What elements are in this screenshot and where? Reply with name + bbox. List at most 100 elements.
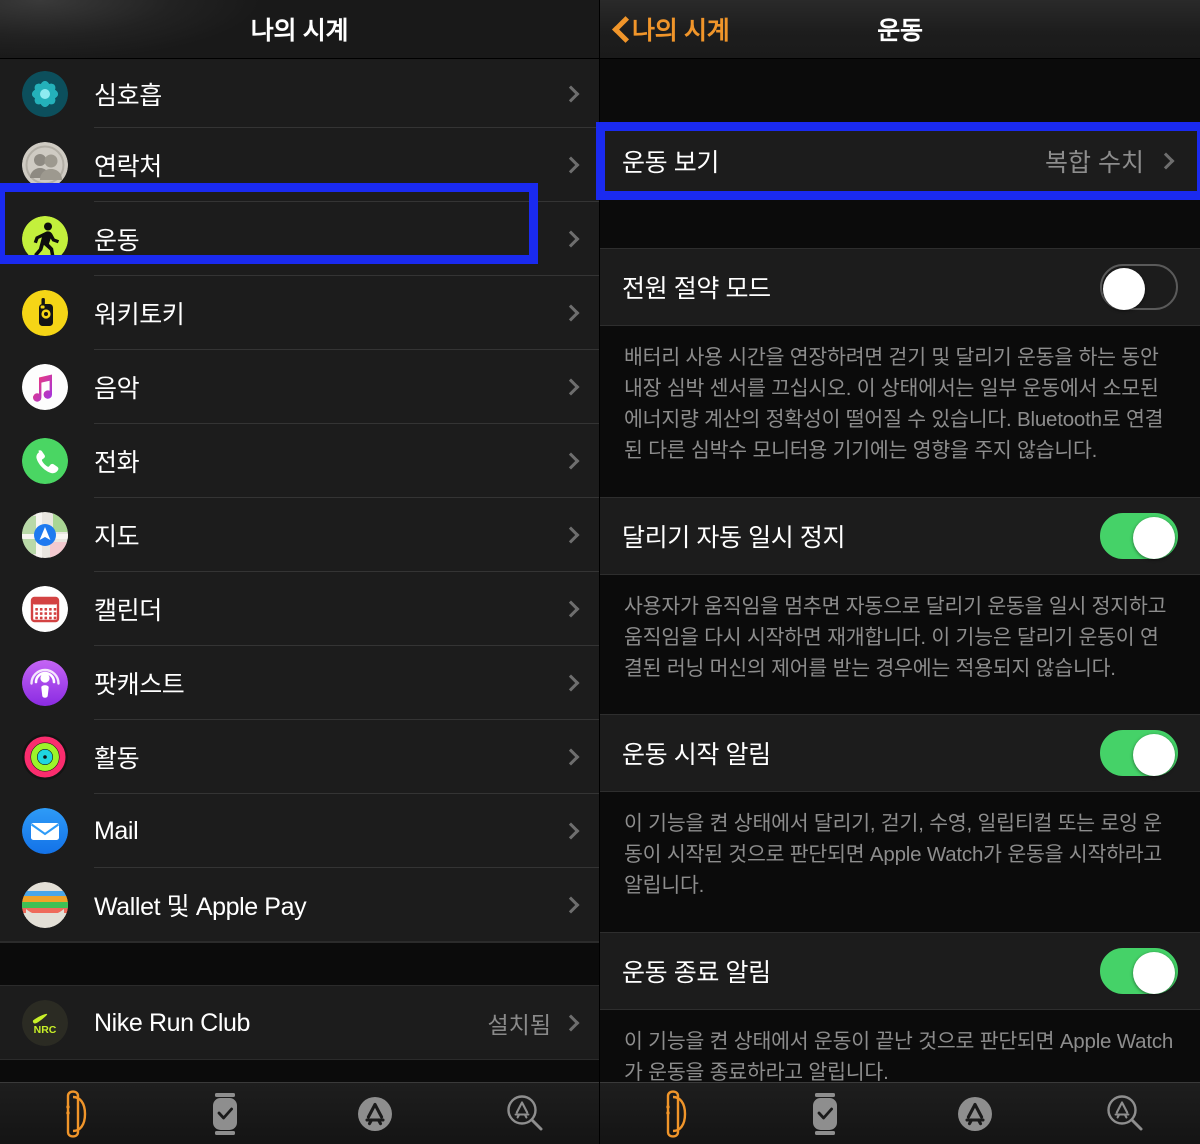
app-row-accessory xyxy=(562,600,599,618)
app-row-11[interactable]: Wallet 및 Apple Pay xyxy=(0,868,599,942)
tab-my-watch[interactable] xyxy=(640,1087,710,1141)
app-row-accessory xyxy=(562,896,599,914)
toggle-knob xyxy=(1133,951,1175,994)
app-row-9[interactable]: 활동 xyxy=(0,720,599,794)
third-party-app-label: Nike Run Club xyxy=(94,1008,250,1037)
chevron-right-icon xyxy=(562,674,580,692)
setting-label: 운동 보기 xyxy=(622,149,719,177)
app-row-0[interactable]: 심호흡 xyxy=(0,59,599,128)
setting-row-toggle-2[interactable]: 달리기 자동 일시 정지 xyxy=(600,496,1200,575)
maps-icon xyxy=(22,512,68,558)
app-row-5[interactable]: 전화 xyxy=(0,424,599,498)
third-party-app-row-0[interactable]: NRC Nike Run Club 설치됨 xyxy=(0,986,599,1060)
settings-top-spacer xyxy=(600,59,1200,122)
tab-app-store[interactable] xyxy=(940,1087,1010,1141)
toggle-switch[interactable] xyxy=(1100,512,1178,559)
app-row-10[interactable]: Mail xyxy=(0,794,599,868)
app-row-1[interactable]: 연락처 xyxy=(0,128,599,202)
setting-label: 운동 종료 알림 xyxy=(622,958,771,987)
chevron-right-icon xyxy=(562,822,580,840)
setting-label: 달리기 자동 일시 정지 xyxy=(622,523,846,552)
left-tabbar[interactable] xyxy=(0,1082,599,1144)
tab-watch-faces[interactable] xyxy=(190,1087,260,1141)
app-row-label: 전화 xyxy=(94,449,140,477)
workout-icon xyxy=(22,216,68,262)
chevron-right-icon xyxy=(1157,152,1175,170)
chevron-right-icon xyxy=(562,1014,580,1032)
app-row-label: 음악 xyxy=(94,375,140,403)
wallet-icon xyxy=(22,882,68,928)
setting-description: 배터리 사용 시간을 연장하려면 걷기 및 달리기 운동을 하는 동안 내장 심… xyxy=(600,326,1200,497)
setting-label: 전원 절약 모드 xyxy=(622,275,771,303)
toggle-switch[interactable] xyxy=(1100,264,1178,310)
toggle-switch[interactable] xyxy=(1100,947,1178,994)
app-row-accessory xyxy=(562,526,599,544)
app-row-8[interactable]: 팟캐스트 xyxy=(0,646,599,720)
app-row-accessory xyxy=(562,822,599,840)
app-row-accessory xyxy=(562,674,599,692)
breathe-icon xyxy=(22,70,68,117)
toggle-knob xyxy=(1103,268,1145,310)
workout-settings-list: 운동 보기 복합 수치전원 절약 모드배터리 사용 시간을 연장하려면 걷기 및 … xyxy=(600,59,1200,1144)
app-store-icon xyxy=(353,1092,397,1136)
tab-app-store-search[interactable] xyxy=(1090,1087,1160,1141)
setting-row-disclosure-0[interactable]: 운동 보기 복합 수치 xyxy=(600,122,1200,200)
app-row-6[interactable]: 지도 xyxy=(0,498,599,572)
phone-icon xyxy=(22,438,68,484)
tab-my-watch[interactable] xyxy=(40,1087,110,1141)
watch-app-list: 심호흡연락처운동워키토키음악전화지도 캘린더팟캐스트활동 Mail Wallet 및 … xyxy=(0,59,599,1120)
app-row-label: 연락처 xyxy=(94,153,162,181)
nike-run-club-icon: NRC xyxy=(22,1000,68,1046)
left-nav-title: 나의 시계 xyxy=(250,17,349,45)
watch-faces-icon xyxy=(206,1090,244,1138)
right-tabbar[interactable] xyxy=(600,1082,1200,1144)
setting-row-toggle-1[interactable]: 전원 절약 모드 xyxy=(600,248,1200,326)
back-button[interactable]: 나의 시계 xyxy=(614,11,730,47)
app-row-7[interactable]: 캘린더 xyxy=(0,572,599,646)
app-row-2[interactable]: 운동 xyxy=(0,202,599,276)
app-row-label: 워키토키 xyxy=(94,301,185,329)
music-icon xyxy=(22,364,68,410)
toggle-knob xyxy=(1133,516,1175,559)
row-separator xyxy=(0,941,599,942)
right-navbar: 나의 시계 운동 xyxy=(600,0,1200,59)
app-row-4[interactable]: 음악 xyxy=(0,350,599,424)
install-status-label: 설치됨 xyxy=(487,1012,551,1038)
setting-accessory xyxy=(1100,947,1178,994)
setting-spacer xyxy=(600,200,1200,248)
my-watch-icon xyxy=(55,1089,95,1138)
chevron-right-icon xyxy=(562,748,580,766)
setting-accessory: 복합 수치 xyxy=(1045,143,1178,179)
setting-row-toggle-3[interactable]: 운동 시작 알림 xyxy=(600,714,1200,793)
dual-pane-screenshot: 나의 시계 심호흡연락처운동워키토키음악전화지도 캘린더팟캐스트활동 Mail Wal… xyxy=(0,0,1200,1144)
app-row-label: 팟캐스트 xyxy=(94,671,185,699)
chevron-right-icon xyxy=(562,378,580,396)
app-row-label: Mail xyxy=(94,816,139,845)
tab-app-store[interactable] xyxy=(340,1087,410,1141)
chevron-right-icon xyxy=(562,600,580,618)
back-button-label: 나의 시계 xyxy=(632,17,730,45)
toggle-switch[interactable] xyxy=(1100,730,1178,777)
app-row-accessory xyxy=(562,85,599,102)
mail-icon xyxy=(22,808,68,854)
watch-faces-icon xyxy=(806,1090,844,1138)
calendar-icon xyxy=(22,586,68,632)
tab-watch-faces[interactable] xyxy=(790,1087,860,1141)
app-row-label: Wallet 및 Apple Pay xyxy=(94,893,307,921)
app-row-accessory xyxy=(562,452,599,470)
right-pane-workout-settings: 나의 시계 운동 운동 보기 복합 수치전원 절약 모드배터리 사용 시간을 연장… xyxy=(600,0,1200,1144)
toggle-knob xyxy=(1133,734,1175,777)
podcasts-icon xyxy=(22,660,68,706)
chevron-left-icon xyxy=(614,16,629,42)
setting-accessory xyxy=(1100,512,1178,559)
chevron-right-icon xyxy=(562,526,580,544)
setting-row-toggle-4[interactable]: 운동 종료 알림 xyxy=(600,931,1200,1010)
walkie-talkie-icon xyxy=(22,290,68,336)
left-pane-my-watch: 나의 시계 심호흡연락처운동워키토키음악전화지도 캘린더팟캐스트활동 Mail Wal… xyxy=(0,0,600,1144)
app-row-3[interactable]: 워키토키 xyxy=(0,276,599,350)
setting-description: 이 기능을 켠 상태에서 달리기, 걷기, 수영, 일립티컬 또는 로잉 운동이… xyxy=(600,792,1200,932)
app-row-accessory xyxy=(562,748,599,766)
app-store-icon xyxy=(953,1092,997,1136)
tab-app-store-search[interactable] xyxy=(490,1087,560,1141)
setting-label: 운동 시작 알림 xyxy=(622,741,771,770)
